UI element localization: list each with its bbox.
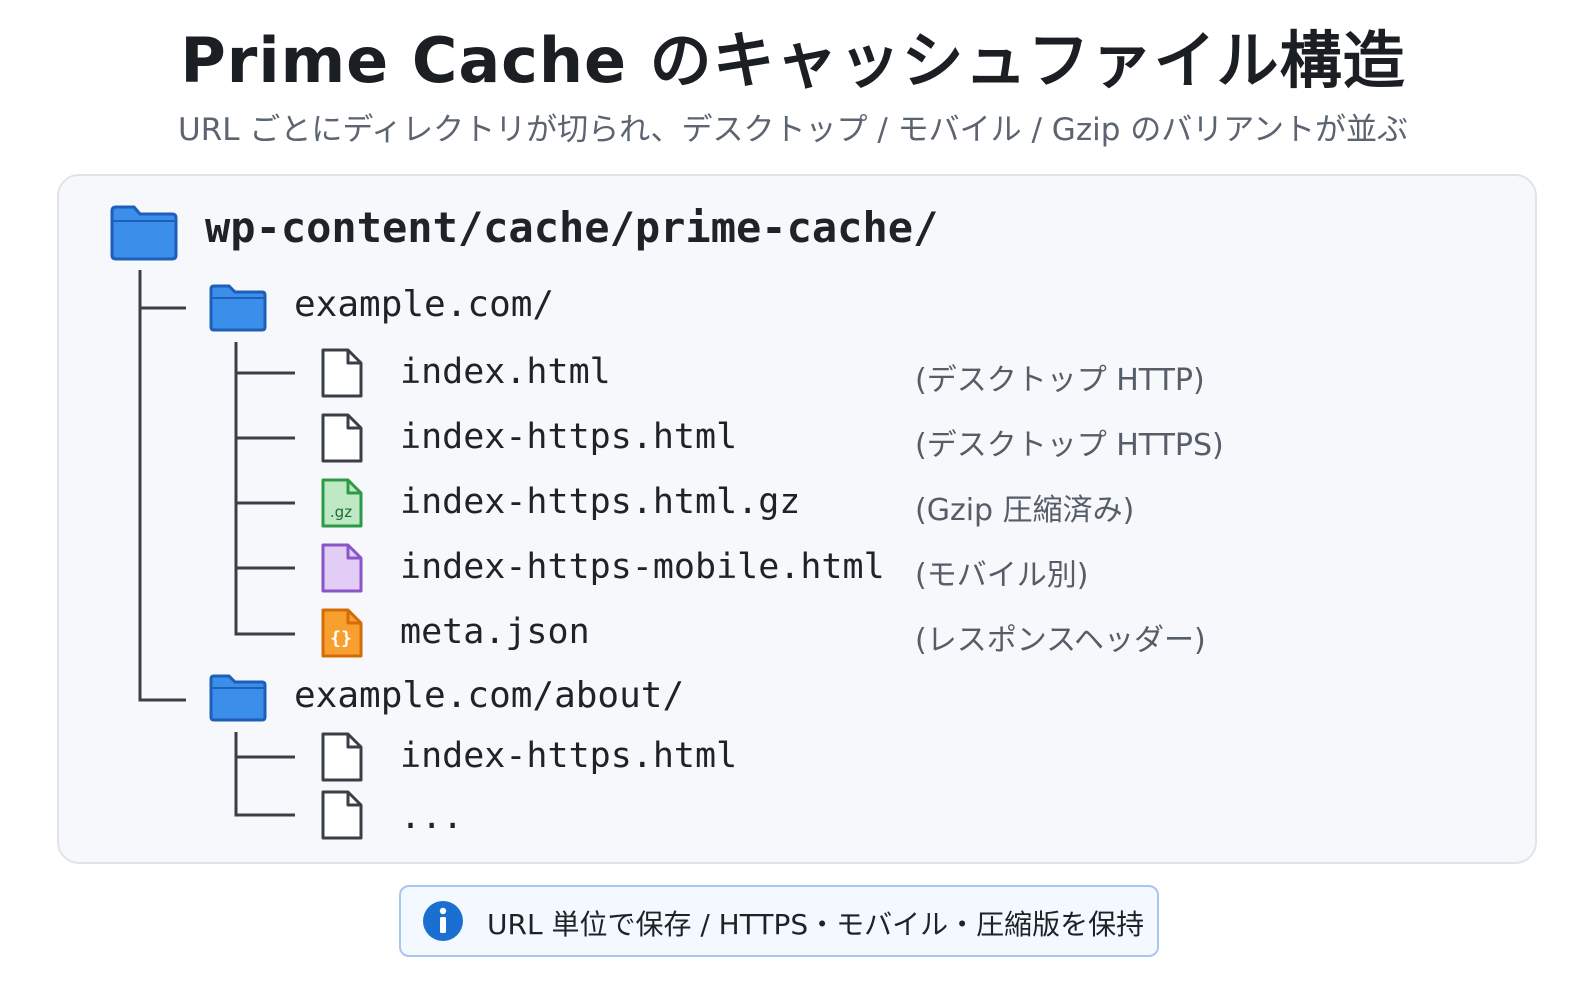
- dir1-trunk-line: [234, 342, 295, 636]
- file-note-response-headers: (レスポンスヘッダー): [915, 623, 1206, 658]
- file-label-index-https-html-gz: index-https.html.gz: [400, 482, 801, 522]
- folder-icon: [209, 674, 267, 722]
- dir-label-example-com-about: example.com/about/: [294, 675, 685, 716]
- file-label-ellipsis: ...: [400, 797, 464, 837]
- file-label-meta-json: meta.json: [400, 612, 590, 652]
- file-label-about-index-https-html: index-https.html: [400, 736, 738, 776]
- gzip-file-icon: .gz: [321, 478, 363, 528]
- info-text: URL 単位で保存 / HTTPS・モバイル・圧縮版を保持: [487, 908, 1145, 941]
- folder-icon: [110, 205, 178, 261]
- folder-icon: [209, 284, 267, 332]
- file-icon: [321, 413, 363, 463]
- dir2-trunk-line: [234, 732, 295, 817]
- file-label-index-https-html: index-https.html: [400, 417, 738, 457]
- root-folder-label: wp-content/cache/prime-cache/: [205, 203, 939, 252]
- root-trunk-line: [138, 270, 186, 702]
- info-icon: [423, 901, 463, 941]
- file-label-index-https-mobile-html: index-https-mobile.html: [400, 547, 885, 587]
- file-icon: [321, 790, 363, 840]
- gzip-badge: .gz: [330, 503, 352, 521]
- json-badge: {}: [330, 628, 352, 649]
- info-callout: URL 単位で保存 / HTTPS・モバイル・圧縮版を保持: [399, 885, 1159, 957]
- file-note-mobile: (モバイル別): [915, 558, 1089, 593]
- file-icon: [321, 348, 363, 398]
- file-note-desktop-http: (デスクトップ HTTP): [915, 363, 1205, 398]
- json-file-icon: {}: [321, 608, 363, 658]
- file-label-index-html: index.html: [400, 352, 611, 392]
- dir-label-example-com: example.com/: [294, 284, 555, 325]
- file-note-desktop-https: (デスクトップ HTTPS): [915, 428, 1224, 463]
- file-icon: [321, 732, 363, 782]
- mobile-file-icon: [321, 543, 363, 593]
- file-note-gzip: (Gzip 圧縮済み): [915, 493, 1135, 528]
